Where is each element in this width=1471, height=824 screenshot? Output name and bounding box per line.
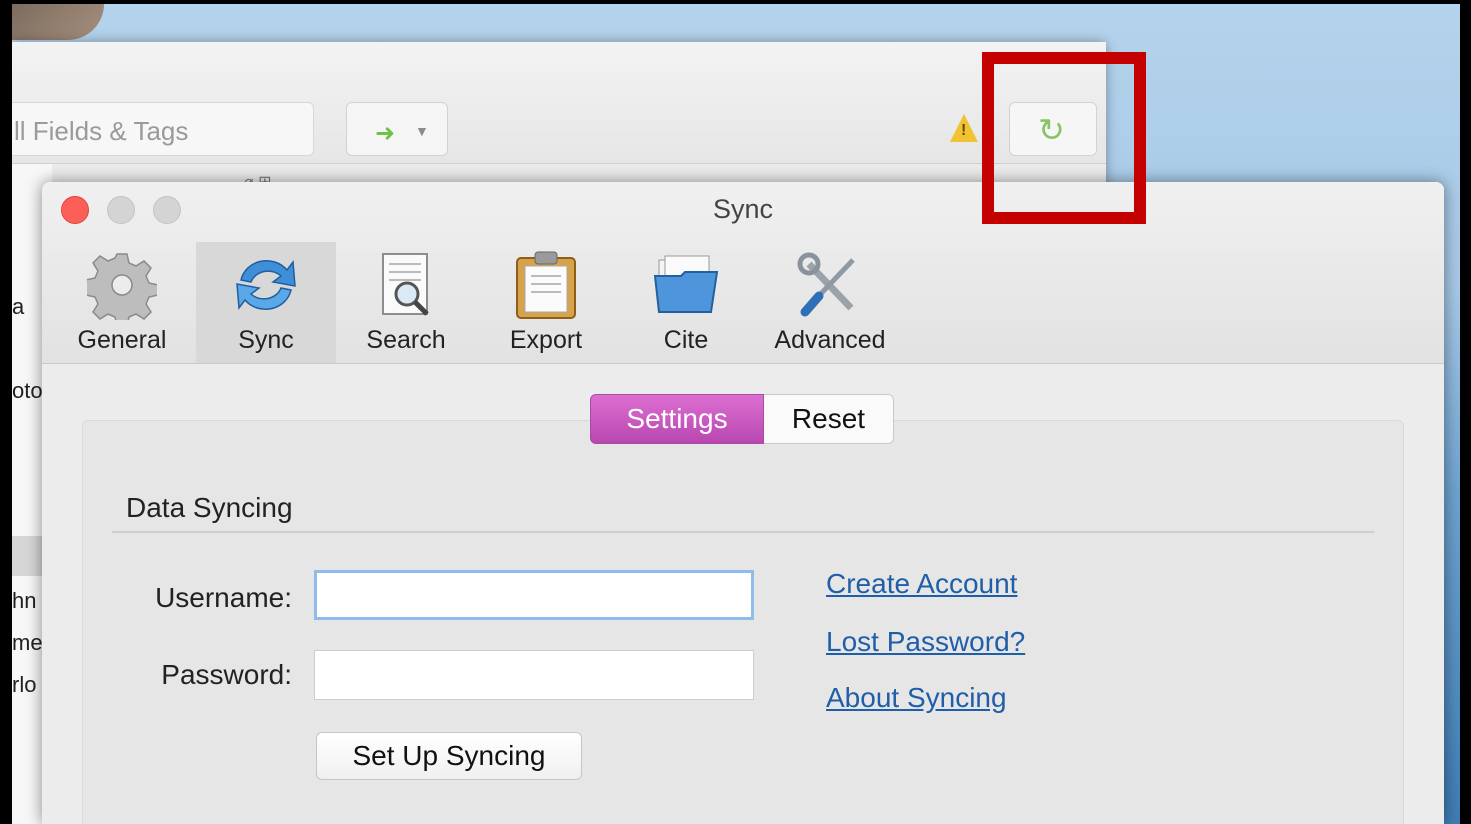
- folder-icon: [653, 255, 719, 313]
- tab-advanced[interactable]: Advanced: [760, 242, 900, 363]
- main-toolbar: ll Fields & Tags ➜ ▼ ! ↻ ⌀ ⊞: [12, 42, 1106, 191]
- username-label: Username:: [155, 582, 292, 613]
- locate-button[interactable]: ➜ ▼: [346, 102, 448, 156]
- section-divider: [112, 531, 1374, 533]
- search-input[interactable]: ll Fields & Tags: [12, 102, 314, 156]
- forward-arrow-icon: ➜: [375, 120, 396, 147]
- password-field[interactable]: [314, 650, 754, 700]
- password-label: Password:: [161, 659, 292, 690]
- window-title: Sync: [712, 194, 774, 224]
- tab-search-label: Search: [366, 326, 446, 354]
- sync-icon: [236, 259, 296, 311]
- chevron-down-icon: ▼: [415, 123, 429, 139]
- username-field[interactable]: [314, 570, 754, 620]
- sync-preferences-window: Sync General Sync Search Export Cite Adv…: [42, 182, 1444, 824]
- warning-icon[interactable]: !: [950, 114, 978, 142]
- search-mode-text: ll Fields & Tags: [14, 116, 189, 146]
- warning-mark: !: [961, 122, 967, 139]
- tab-sync-label: Sync: [238, 326, 294, 354]
- set-up-syncing-button[interactable]: Set Up Syncing: [316, 732, 582, 780]
- clipboard-icon: [516, 251, 576, 319]
- tab-reset[interactable]: Reset: [764, 394, 894, 444]
- desktop-rock: [12, 4, 104, 40]
- tab-export[interactable]: Export: [476, 242, 616, 363]
- tab-general-label: General: [77, 326, 167, 354]
- create-account-link[interactable]: Create Account: [826, 568, 1017, 600]
- about-syncing-link[interactable]: About Syncing: [826, 682, 1007, 714]
- tab-search[interactable]: Search: [336, 242, 476, 363]
- tab-cite-label: Cite: [663, 326, 709, 354]
- settings-panel: [82, 420, 1404, 824]
- tools-icon: [797, 252, 855, 317]
- section-title: Data Syncing: [126, 492, 293, 523]
- tab-advanced-label: Advanced: [774, 326, 886, 354]
- gear-icon: [87, 253, 157, 320]
- search-document-icon: [382, 253, 429, 316]
- tab-cite[interactable]: Cite: [616, 242, 756, 363]
- lost-password-link[interactable]: Lost Password?: [826, 626, 1025, 658]
- preferences-toolbar: Sync General Sync Search Export Cite Adv…: [42, 182, 1444, 364]
- highlight-annotation: [982, 52, 1146, 224]
- tab-sync[interactable]: Sync: [196, 242, 336, 363]
- tab-settings[interactable]: Settings: [590, 394, 764, 444]
- tab-export-label: Export: [509, 326, 583, 354]
- tab-general[interactable]: General: [52, 242, 192, 363]
